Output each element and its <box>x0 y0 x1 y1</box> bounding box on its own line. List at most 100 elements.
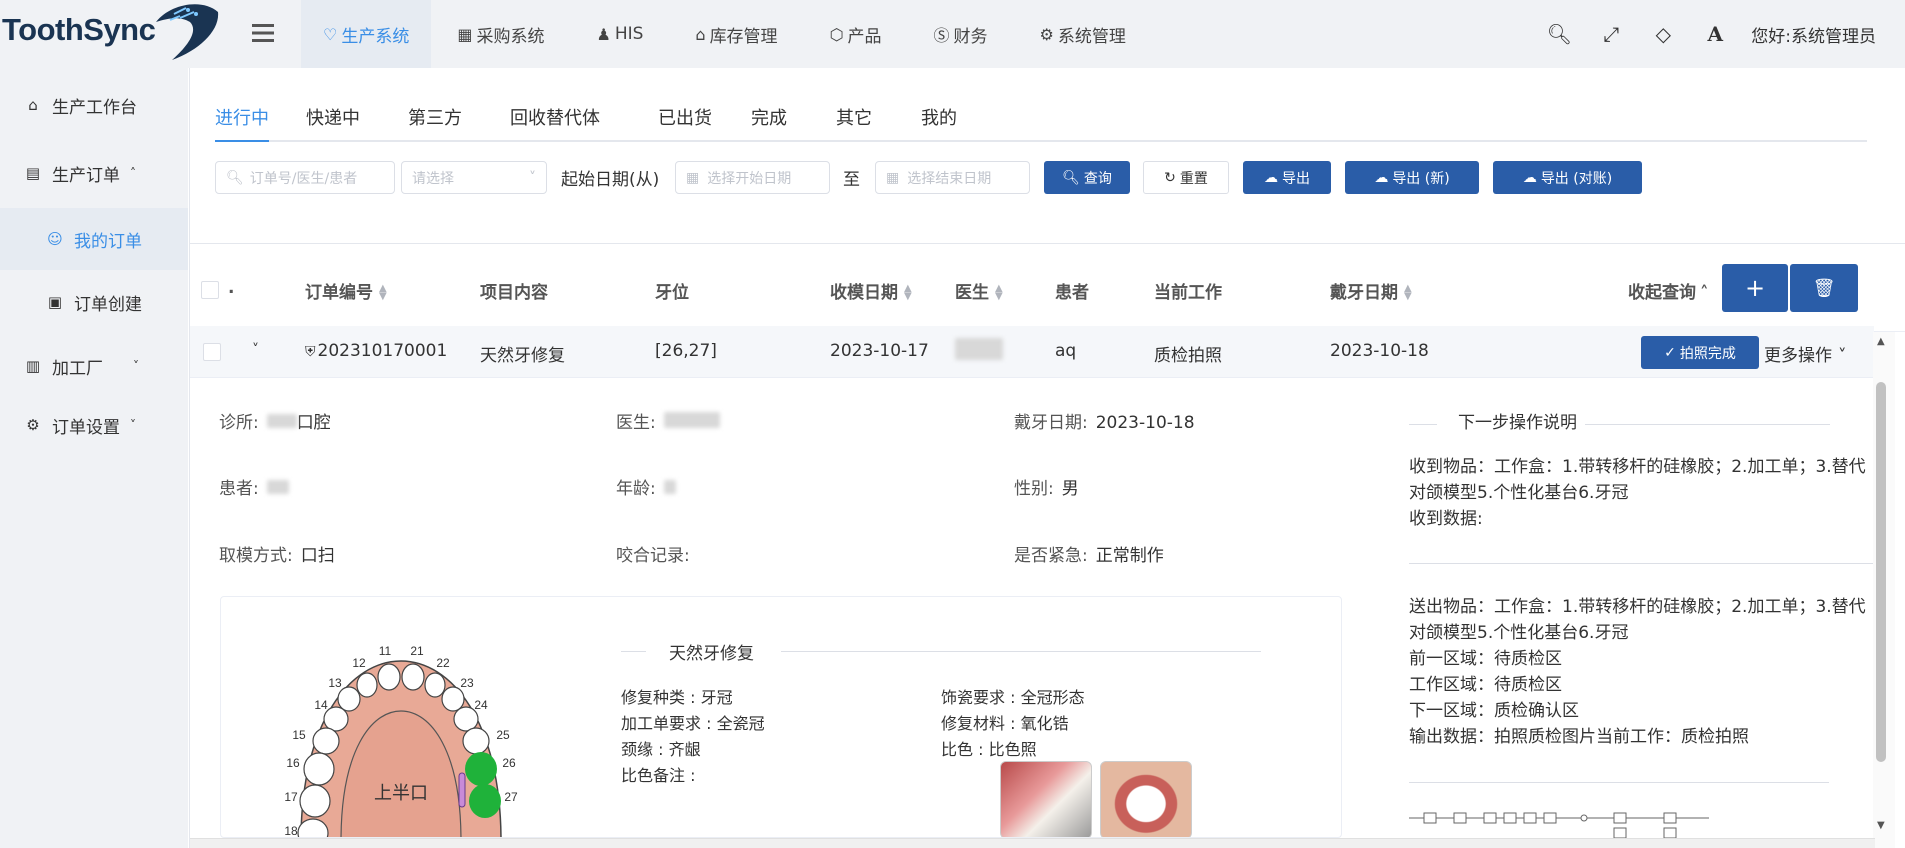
vertical-scrollbar[interactable]: ▲ ▼ <box>1873 332 1895 848</box>
scroll-down-icon[interactable]: ▼ <box>1877 820 1885 831</box>
nav-item-label: 系统管理 <box>1057 26 1126 47</box>
expand-chevron-icon[interactable]: ˅ <box>252 342 259 358</box>
photo-done-button[interactable]: ✓ 拍照完成 <box>1641 336 1759 369</box>
nav-item-label: 财务 <box>953 26 988 47</box>
title-line-left <box>621 651 646 652</box>
tooth-25 <box>462 727 490 755</box>
user-greeting[interactable]: 您好:系统管理员 <box>1751 22 1876 47</box>
tooth-26-selected <box>465 752 497 786</box>
reset-button[interactable]: ↻ 重置 <box>1143 161 1229 194</box>
table-row[interactable]: ˅ ⛨ 202310170001 天然牙修复 [26,27] 2023-10-17… <box>190 326 1874 378</box>
next-area: 下一区域：质检确认区 <box>1409 701 1579 721</box>
export-reconcile-button[interactable]: ☁ 导出 (对账) <box>1493 161 1642 194</box>
query-button[interactable]: 🔍︎ 查询 <box>1044 161 1130 194</box>
impression-label: 取模方式: <box>219 546 293 566</box>
collapse-search-toggle[interactable]: 收起查询 ˄ <box>1628 278 1709 303</box>
tab-recycle[interactable]: 回收替代体 <box>510 104 600 142</box>
scrollbar-thumb[interactable] <box>1876 382 1886 762</box>
delete-button[interactable]: 🗑︎ <box>1790 264 1858 312</box>
tab-other[interactable]: 其它 <box>836 104 872 142</box>
scroll-up-icon[interactable]: ▲ <box>1877 336 1885 347</box>
sidebar-item-factory[interactable]: ▥ 加工厂 ˅ <box>0 335 188 397</box>
top-bar: ToothSync ♡ 生产系统 ▦ 采购系统 ♟ HIS ⌂ 库存管理 ⬡ 产品 Ⓢ 财务 ⚙ 系统管理… <box>0 0 1905 68</box>
app-logo[interactable]: ToothSync <box>0 0 232 68</box>
menu-toggle-icon[interactable] <box>250 20 276 46</box>
export-new-button[interactable]: ☁ 导出 (新) <box>1345 161 1479 194</box>
receive-data: 收到数据: <box>1409 509 1483 529</box>
end-date-input[interactable]: ▦ 选择结束日期 <box>875 161 1030 194</box>
search-icon[interactable]: 🔍︎ <box>1533 22 1585 46</box>
user-name: 系统管理员 <box>1791 26 1876 47</box>
nav-item-0[interactable]: ♡ 生产系统 <box>301 0 432 68</box>
person-icon: ♟ <box>596 24 611 44</box>
column-doctor[interactable]: 医生 ▲ ▼ <box>955 278 1003 303</box>
nav-item-3[interactable]: ⌂ 库存管理 <box>669 0 803 68</box>
nav-item-2[interactable]: ♟ HIS <box>570 0 669 68</box>
column-wear-date[interactable]: 戴牙日期 ▲ ▼ <box>1330 278 1412 303</box>
select-all-checkbox[interactable] <box>201 281 219 299</box>
start-date-input[interactable]: ▦ 选择开始日期 <box>675 161 830 194</box>
diamond-icon[interactable]: ◇ <box>1637 22 1689 46</box>
sort-icon[interactable]: ▲ ▼ <box>379 284 387 302</box>
row-checkbox[interactable] <box>203 343 221 361</box>
steps-line-right <box>1585 424 1830 425</box>
select-placeholder: 请选择 <box>412 170 454 187</box>
nav-item-label: HIS <box>614 24 644 44</box>
urgent-label: 是否紧急: <box>1014 546 1088 566</box>
nav-item-4[interactable]: ⬡ 产品 <box>804 0 908 68</box>
card-title: 天然牙修复 <box>669 644 754 664</box>
tab-shipping[interactable]: 快递中 <box>306 104 360 142</box>
shade-photo-smile[interactable] <box>1100 761 1192 837</box>
export-button[interactable]: ☁ 导出 <box>1243 161 1331 194</box>
add-button[interactable]: + <box>1722 264 1788 312</box>
tab-mine[interactable]: 我的 <box>921 104 957 142</box>
wear-date-label: 戴牙日期: <box>1014 413 1088 433</box>
send-section: 送出物品：工作盒：1.带转移杆的硅橡胶；2.加工单；3.替代 对颌模型5.个性化… <box>1409 594 1869 750</box>
shade-photo-implant[interactable] <box>1000 761 1092 837</box>
bridge-connector <box>458 772 466 808</box>
status-select[interactable]: 请选择 ˅ <box>401 161 547 194</box>
tooth-27-selected <box>469 784 501 818</box>
nav-item-5[interactable]: Ⓢ 财务 <box>908 0 1014 68</box>
export-label: 导出 <box>1282 170 1310 187</box>
finance-icon: Ⓢ <box>933 26 950 45</box>
order-icon: ▤ <box>25 164 41 182</box>
column-patient: 患者 <box>1055 283 1089 303</box>
sidebar-item-my-orders[interactable]: ☺ 我的订单 <box>0 208 188 270</box>
sort-icon[interactable]: ▲ ▼ <box>1404 284 1412 302</box>
main-nav: ♡ 生产系统 ▦ 采购系统 ♟ HIS ⌂ 库存管理 ⬡ 产品 Ⓢ 财务 ⚙ 系统管理 <box>301 0 1152 68</box>
nav-item-1[interactable]: ▦ 采购系统 <box>431 0 570 68</box>
tab-done[interactable]: 完成 <box>751 104 787 142</box>
refresh-icon: ↻ <box>1164 169 1176 186</box>
search-placeholder: 订单号/医生/患者 <box>249 170 358 187</box>
wear-date-value: 2023-10-18 <box>1095 413 1195 433</box>
font-size-icon[interactable]: A <box>1689 22 1741 46</box>
column-receive-date[interactable]: 收模日期 ▲ ▼ <box>830 278 912 303</box>
search-input[interactable]: 🔍︎ 订单号/医生/患者 <box>215 161 395 194</box>
shield-icon: ⛨ <box>305 344 316 360</box>
output-data: 输出数据：拍照质检图片当前工作：质检拍照 <box>1409 727 1749 747</box>
cloud-download-icon: ☁ <box>1522 169 1537 186</box>
workflow-diagram[interactable] <box>1409 808 1829 838</box>
horizontal-scrollbar[interactable] <box>190 838 1875 848</box>
tab-in-progress[interactable]: 进行中 <box>215 104 269 142</box>
tooth-chart[interactable]: 上半口 11 12 13 14 15 16 17 18 21 22 23 24 … <box>281 641 521 838</box>
sidebar-item-order-settings[interactable]: ⚙ 订单设置 ˅ <box>0 394 188 456</box>
nav-item-6[interactable]: ⚙ 系统管理 <box>1014 0 1152 68</box>
tab-shipped[interactable]: 已出货 <box>658 104 712 142</box>
tooth-15 <box>312 727 340 755</box>
sort-icon[interactable]: ▲ ▼ <box>904 284 912 302</box>
fullscreen-icon[interactable]: ⤢ <box>1585 22 1637 46</box>
sidebar-item-order-create[interactable]: ▣ 订单创建 <box>0 271 188 333</box>
tab-third-party[interactable]: 第三方 <box>408 104 462 142</box>
tooth-number: 22 <box>436 656 450 670</box>
sort-icon[interactable]: ▲ ▼ <box>995 284 1003 302</box>
factory-icon: ▥ <box>25 357 41 375</box>
table-header: . 订单编号 ▲ ▼ 项目内容 牙位 收模日期 ▲ ▼ 医生 ▲ ▼ 患者 当前工作 戴牙日… <box>190 244 1905 332</box>
more-ops-dropdown[interactable]: 更多操作 ˅ <box>1764 341 1847 366</box>
order-number[interactable]: ⛨ 202310170001 <box>305 341 447 361</box>
check-icon: ✓ <box>1664 344 1676 361</box>
column-order-no[interactable]: 订单编号 ▲ ▼ <box>305 278 387 303</box>
sidebar-item-workbench[interactable]: ⌂ 生产工作台 <box>0 74 188 136</box>
sidebar-item-production-orders[interactable]: ▤ 生产订单 ˄ <box>0 142 188 204</box>
